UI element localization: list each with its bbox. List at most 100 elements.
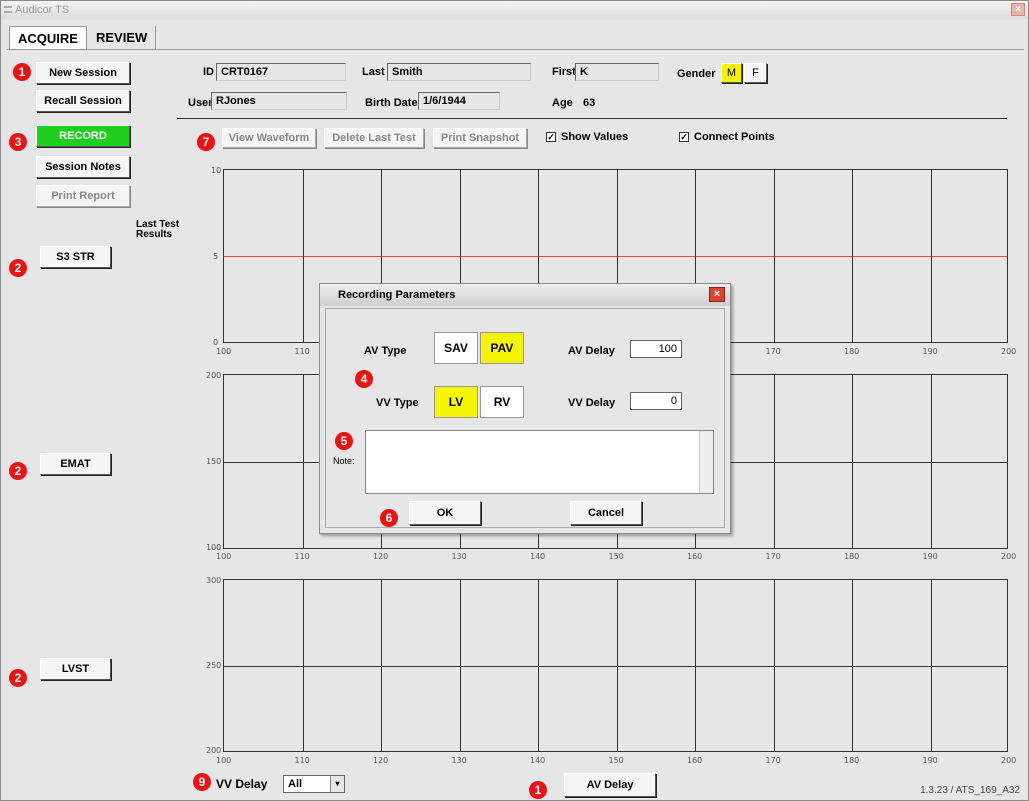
vertical-gridline bbox=[695, 580, 696, 751]
chart2-y-tick-top: 200 bbox=[206, 371, 222, 380]
callout-marker-2b: 2 bbox=[9, 462, 27, 480]
user-label: User bbox=[188, 97, 213, 109]
chart2-y-tick-bottom: 100 bbox=[206, 543, 222, 552]
callout-marker-2c: 2 bbox=[9, 669, 27, 687]
x-tick-label: 170 bbox=[765, 756, 781, 765]
cancel-button[interactable]: Cancel bbox=[570, 501, 642, 525]
birth-date-label: Birth Date bbox=[365, 97, 418, 109]
print-snapshot-button[interactable]: Print Snapshot bbox=[433, 128, 527, 148]
note-label: Note: bbox=[333, 456, 355, 466]
x-tick-label: 130 bbox=[451, 756, 467, 765]
birth-date-field[interactable]: 1/6/1944 bbox=[418, 92, 500, 110]
vertical-gridline bbox=[852, 580, 853, 751]
vertical-gridline bbox=[538, 580, 539, 751]
chart2-y-tick-mid: 150 bbox=[206, 457, 222, 466]
record-button[interactable]: RECORD bbox=[36, 125, 130, 147]
x-tick-label: 140 bbox=[530, 552, 546, 561]
x-tick-label: 100 bbox=[216, 347, 232, 356]
x-tick-label: 150 bbox=[608, 552, 624, 561]
x-tick-label: 200 bbox=[1001, 756, 1017, 765]
x-tick-label: 190 bbox=[922, 756, 938, 765]
session-notes-button[interactable]: Session Notes bbox=[36, 156, 130, 178]
vertical-gridline bbox=[302, 375, 304, 548]
vertical-gridline bbox=[930, 375, 932, 548]
close-icon[interactable]: × bbox=[709, 287, 725, 302]
header-separator bbox=[177, 118, 1007, 119]
callout-marker-1b: 1 bbox=[529, 781, 547, 799]
show-values-checkbox[interactable]: ✓ Show Values bbox=[546, 131, 628, 143]
connect-points-checkbox[interactable]: ✓ Connect Points bbox=[679, 131, 775, 143]
version-text: 1.3.23 / ATS_169_A32 bbox=[920, 785, 1020, 796]
vertical-gridline bbox=[459, 580, 461, 751]
vertical-gridline bbox=[852, 375, 853, 548]
av-type-pav-button[interactable]: PAV bbox=[480, 332, 524, 364]
dialog-title: Recording Parameters bbox=[320, 284, 730, 306]
s3-str-button[interactable]: S3 STR bbox=[40, 246, 111, 268]
gender-female-button[interactable]: F bbox=[744, 63, 767, 83]
vv-delay-filter-label: VV Delay bbox=[216, 777, 268, 791]
chart1-y-tick-mid: 5 bbox=[213, 252, 219, 261]
vv-delay-input[interactable]: 0 bbox=[630, 392, 682, 410]
tab-acquire[interactable]: ACQUIRE bbox=[9, 26, 87, 50]
av-type-label: AV Type bbox=[364, 345, 407, 357]
show-values-check-icon[interactable]: ✓ bbox=[546, 132, 556, 142]
callout-marker-3: 3 bbox=[9, 133, 27, 151]
callout-marker-2a: 2 bbox=[9, 259, 27, 277]
chart1-y-tick-bottom: 0 bbox=[213, 338, 219, 347]
x-tick-label: 120 bbox=[373, 756, 389, 765]
view-waveform-button[interactable]: View Waveform bbox=[222, 128, 316, 148]
ok-button[interactable]: OK bbox=[409, 501, 481, 525]
x-tick-label: 160 bbox=[687, 756, 703, 765]
new-session-button[interactable]: New Session bbox=[36, 62, 130, 84]
lvst-mid-gridline bbox=[224, 666, 1007, 667]
vertical-gridline bbox=[930, 580, 932, 751]
note-scrollbar[interactable] bbox=[699, 431, 713, 493]
id-label: ID bbox=[203, 66, 214, 78]
x-tick-label: 160 bbox=[687, 552, 703, 561]
gender-label: Gender bbox=[677, 68, 716, 80]
vertical-gridline bbox=[852, 170, 853, 342]
av-delay-label: AV Delay bbox=[568, 345, 615, 357]
patient-id-field[interactable]: CRT0167 bbox=[216, 63, 346, 81]
tab-review[interactable]: REVIEW bbox=[88, 26, 157, 50]
connect-points-label: Connect Points bbox=[694, 131, 775, 143]
last-name-field[interactable]: Smith bbox=[387, 63, 531, 81]
emat-button[interactable]: EMAT bbox=[40, 453, 111, 475]
print-report-button[interactable]: Print Report bbox=[36, 185, 130, 207]
first-name-label: First bbox=[552, 66, 576, 78]
note-textarea[interactable] bbox=[365, 430, 714, 494]
x-tick-label: 100 bbox=[216, 756, 232, 765]
user-field[interactable]: RJones bbox=[211, 92, 347, 110]
x-tick-label: 180 bbox=[844, 552, 860, 561]
delete-last-test-button[interactable]: Delete Last Test bbox=[324, 128, 424, 148]
chart3-y-tick-mid: 250 bbox=[206, 661, 222, 670]
recording-parameters-dialog: Recording Parameters × AV Type SAV PAV A… bbox=[319, 283, 731, 534]
age-value: 63 bbox=[583, 97, 596, 109]
recall-session-button[interactable]: Recall Session bbox=[36, 90, 130, 112]
show-values-label: Show Values bbox=[561, 131, 629, 143]
x-tick-label: 200 bbox=[1001, 552, 1017, 561]
vv-delay-select[interactable]: All ▾ bbox=[283, 775, 345, 793]
vv-type-lv-button[interactable]: LV bbox=[434, 386, 478, 418]
av-delay-button[interactable]: AV Delay bbox=[564, 773, 656, 797]
av-delay-input[interactable]: 100 bbox=[630, 340, 682, 358]
x-tick-label: 100 bbox=[216, 552, 232, 561]
window-close-icon[interactable]: × bbox=[1011, 3, 1025, 16]
lvst-button[interactable]: LVST bbox=[40, 658, 111, 680]
av-type-sav-button[interactable]: SAV bbox=[434, 332, 478, 364]
last-test-results-label: Last Test Results bbox=[136, 219, 180, 240]
callout-marker-9: 9 bbox=[193, 773, 211, 791]
connect-points-check-icon[interactable]: ✓ bbox=[679, 132, 689, 142]
last-name-label: Last bbox=[362, 66, 385, 78]
x-tick-label: 110 bbox=[294, 552, 310, 561]
x-tick-label: 180 bbox=[844, 347, 860, 356]
s3-str-reference-line bbox=[224, 256, 1007, 257]
first-name-field[interactable]: K bbox=[575, 63, 659, 81]
vv-type-rv-button[interactable]: RV bbox=[480, 386, 524, 418]
x-tick-label: 120 bbox=[373, 552, 389, 561]
chevron-down-icon[interactable]: ▾ bbox=[330, 776, 344, 792]
gender-male-button[interactable]: M bbox=[721, 63, 742, 83]
x-tick-label: 190 bbox=[922, 347, 938, 356]
vv-delay-label: VV Delay bbox=[568, 397, 616, 409]
callout-marker-6: 6 bbox=[380, 509, 398, 527]
